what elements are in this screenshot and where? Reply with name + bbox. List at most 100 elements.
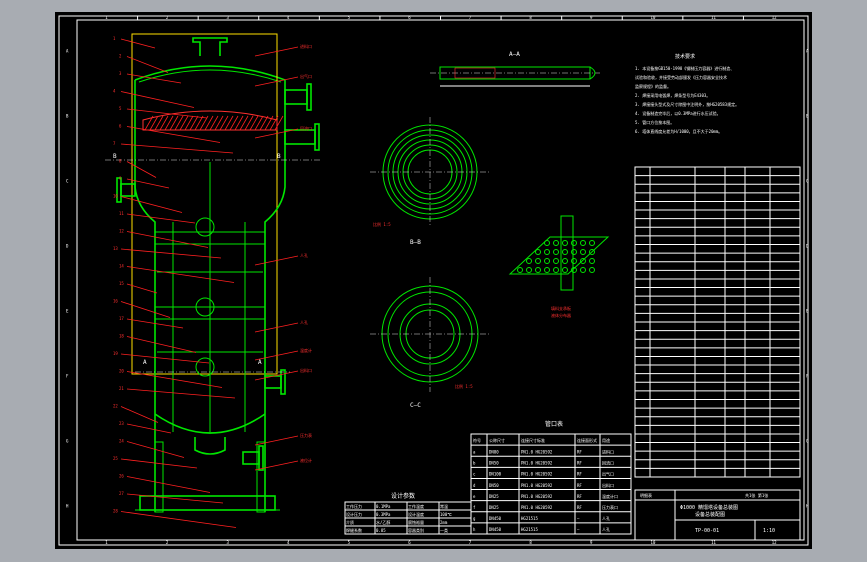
- perforation-hole: [553, 240, 559, 246]
- hatch-line: [244, 115, 254, 131]
- nozzle-cell: 压力表口: [602, 504, 618, 510]
- callout-label-left: 10: [113, 194, 118, 199]
- nozzle-cell: PN1.0 HG20592: [521, 505, 553, 510]
- spec-cell: 0.3MPa: [376, 512, 391, 517]
- hatch-line: [229, 115, 239, 131]
- grid-row-label: A: [66, 49, 69, 54]
- internal-pipes: [157, 162, 263, 432]
- mark-a-right: A: [258, 359, 262, 366]
- notes-title: 技术要求: [675, 53, 695, 60]
- grid-col-label: 10: [651, 540, 656, 545]
- cone-left: [134, 162, 156, 512]
- note-line: 2. 焊接采用电弧焊，焊条型号为E4303。: [635, 92, 710, 98]
- callouts-right: 进料口出气口回流口人孔人孔温度计出料口压力表液位计: [254, 43, 312, 471]
- callout-label-left: 22: [113, 404, 118, 409]
- perforation-hole: [553, 267, 559, 273]
- perforation-hole: [526, 267, 532, 273]
- nozzle-header-cell: 公称尺寸: [489, 437, 505, 443]
- leader-line: [120, 511, 237, 528]
- nozzle-header-cell: 连接尺寸标准: [521, 437, 545, 443]
- mark-b-left: B: [113, 153, 117, 160]
- grid-row-label: G: [806, 439, 809, 444]
- perforation-hole: [571, 258, 577, 264]
- grid-col-label: 11: [711, 15, 716, 20]
- detail-label-1: 填料支承板: [551, 305, 571, 311]
- leader-line: [120, 353, 210, 364]
- top-nozzle: [192, 37, 228, 56]
- leader-line: [126, 388, 236, 399]
- hatch-line: [184, 115, 194, 131]
- spec-cell: 2mm: [440, 520, 448, 525]
- grid-row-label: F: [66, 374, 69, 379]
- nozzle-table-body: 符号 公称尺寸 连接尺寸标准 连接面形式 用途 a DN80 PN1.0 HG20592 RF 进…: [471, 434, 631, 534]
- leader-line: [126, 108, 208, 119]
- leader-line: [120, 38, 156, 49]
- grid-col-label: 8: [529, 540, 532, 545]
- hatch-line: [249, 115, 259, 131]
- nozzle-right-1-flange: [306, 83, 312, 111]
- title-line-1: Φ1000 精馏塔设备总装图: [680, 504, 738, 511]
- grid-col-label: 6: [408, 540, 411, 545]
- perforation-hole: [562, 249, 568, 255]
- note-line: 5. 管口方位按本图。: [635, 119, 674, 125]
- nozzle-cell: 出料口: [602, 482, 614, 488]
- spec-table: 设计参数 工作压力 0.1MPa 工作温度 常温设计压力 0.3MPa 设计温度 100℃ 介…: [344, 492, 472, 535]
- nozzle-cell: —: [577, 516, 580, 521]
- callout-label-left: 19: [113, 351, 118, 356]
- nozzle-table-title: 管口表: [545, 420, 563, 428]
- leader-line: [120, 458, 198, 469]
- grid-row-label: H: [806, 504, 809, 509]
- callout-label-left: 27: [119, 491, 124, 496]
- spec-cell: 腐蚀裕量: [408, 519, 424, 525]
- perforation-hole: [526, 258, 532, 264]
- nozzle-cell: RF: [577, 449, 582, 454]
- spec-cell: 0.85: [376, 528, 386, 533]
- nozzle-cell: g: [473, 516, 476, 521]
- bb-scale: 比例 1:5: [373, 221, 391, 227]
- title-line-2: 设备总装配图: [695, 511, 725, 518]
- note-line: 6. 塔体直线度允差为H/1000，且不大于20mm。: [635, 128, 722, 134]
- title-block: Φ1000 精馏塔设备总装图 设备总装配图 TP-00-01 1:10 明细表 …: [634, 489, 801, 541]
- nozzle-cell: PN1.0 HG20592: [521, 483, 553, 488]
- callout-label-right: 人孔: [300, 252, 308, 258]
- callout-label-left: 24: [119, 439, 124, 444]
- nozzle-cell: RF: [577, 505, 582, 510]
- leader-line: [254, 460, 299, 471]
- nozzle-cell: DN50: [489, 483, 499, 488]
- grid-col-label: 11: [711, 540, 716, 545]
- section-aa-view: A—A: [430, 51, 600, 87]
- perforation-hole: [580, 240, 586, 246]
- nozzle-cell: e: [473, 494, 476, 499]
- nozzle-cell: RF: [577, 483, 582, 488]
- callout-label-left: 3: [119, 71, 122, 76]
- hatch-line: [169, 115, 179, 131]
- nozzle-cell: b: [473, 461, 476, 466]
- spec-cell: 介质: [346, 519, 354, 525]
- nozzle-right-2: [284, 129, 316, 145]
- manhole-1: [195, 217, 215, 237]
- nozzle-left-1: [120, 183, 136, 197]
- hatch-line: [209, 115, 219, 131]
- nozzle-cell: DN450: [489, 527, 502, 532]
- grid-row-label: C: [66, 179, 69, 184]
- perforation-hole: [589, 267, 595, 273]
- perforation-hole: [562, 258, 568, 264]
- callout-label-left: 16: [113, 299, 118, 304]
- hatch-line: [174, 115, 184, 131]
- leader-line: [126, 56, 169, 73]
- parts-list: [634, 166, 801, 478]
- nozzle-cell: 出气口: [602, 471, 614, 477]
- perforation-hole: [553, 258, 559, 264]
- callout-label-left: 5: [119, 106, 122, 111]
- note-line: 4. 设备制造完毕后，以0.3MPa进行水压试验。: [635, 110, 721, 116]
- callout-label-left: 11: [119, 211, 124, 216]
- leader-line: [126, 161, 157, 178]
- leader-line: [126, 213, 196, 224]
- nozzle-cell: DN25: [489, 505, 499, 510]
- perforation-hole: [571, 240, 577, 246]
- bottom-nozzle-side-flange: [258, 445, 264, 471]
- detail-support-plate: 填料支承板 液体分布器: [508, 215, 610, 318]
- hatch-line: [234, 115, 244, 131]
- hatch-line: [224, 115, 234, 131]
- nozzle-header-cell: 用途: [602, 437, 610, 443]
